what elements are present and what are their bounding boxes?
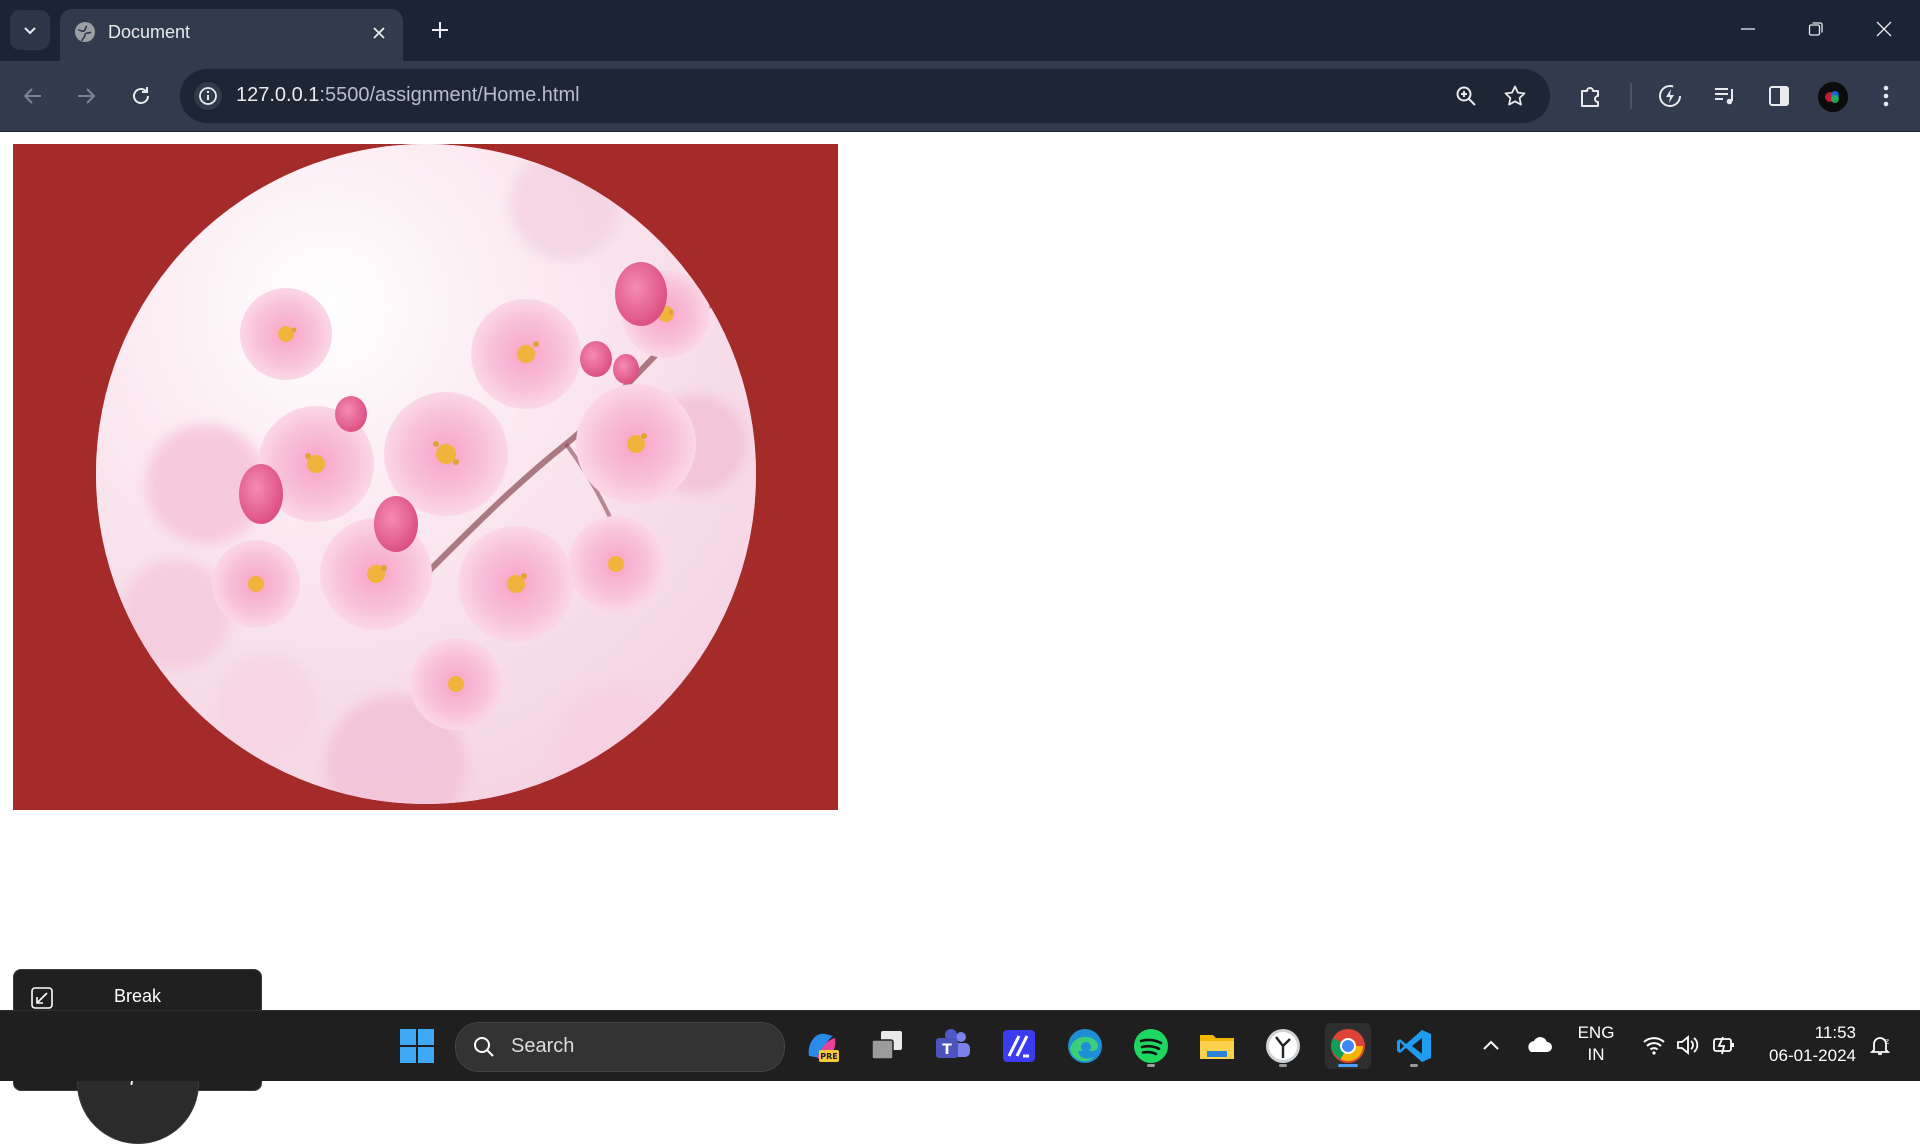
chevron-down-icon [24,27,36,35]
minimize-button[interactable] [1714,0,1782,58]
language-code: ENG [1577,1023,1615,1042]
chrome-icon [1331,1029,1365,1063]
clock-time: 11:53 [1814,1023,1856,1042]
close-icon [1876,21,1892,37]
speaker-icon [1677,1035,1699,1055]
cloud-icon [1528,1037,1552,1052]
kebab-menu-icon [1883,85,1889,107]
browser-tabstrip: Document [0,0,1920,61]
ai-tool-app[interactable] [996,1023,1042,1069]
arrow-right-icon [78,88,96,104]
windows-taskbar: Search PRE T ENG IN 11:53 06-01-2024 z [0,1010,1920,1081]
vscode-app[interactable] [1391,1023,1437,1069]
task-view-app[interactable] [864,1023,910,1069]
taskbar-search[interactable]: Search [455,1022,785,1072]
edge-app[interactable] [1062,1023,1108,1069]
start-button[interactable] [394,1023,440,1069]
notifications-button[interactable]: z [1866,1031,1894,1059]
wifi-button[interactable] [1640,1031,1668,1059]
performance-button[interactable] [1652,78,1688,114]
media-controls-button[interactable] [1707,78,1743,114]
browser-toolbar: 127.0.0.1:5500/assignment/Home.html [0,61,1920,132]
running-indicator [1279,1064,1287,1067]
windows-logo-icon [400,1029,434,1063]
svg-text:PRE: PRE [820,1052,838,1061]
chrome-menu-button[interactable] [1868,78,1904,114]
speedometer-bolt-icon [1659,85,1681,107]
spotify-icon [1134,1029,1168,1063]
battery-charging-icon [1713,1036,1734,1055]
spotify-app[interactable] [1128,1023,1174,1069]
copilot-pre-icon: PRE [808,1033,839,1062]
task-view-icon [871,1031,902,1060]
puzzle-icon [1581,87,1599,107]
arrow-left-icon [23,88,41,104]
toolbar-divider [1630,83,1632,109]
extensions-button[interactable] [1573,78,1609,114]
vscode-icon [1397,1030,1431,1062]
back-button[interactable] [15,78,51,114]
clock-app[interactable] [1260,1023,1306,1069]
edge-icon [1068,1029,1102,1063]
side-panel-button[interactable] [1761,78,1797,114]
folder-icon [1200,1035,1234,1059]
forward-button[interactable] [68,78,104,114]
clock-icon [1266,1029,1300,1063]
tab-document[interactable]: Document [60,9,403,61]
restore-icon [1808,22,1823,36]
restore-button[interactable] [1782,0,1850,58]
address-bar[interactable]: 127.0.0.1:5500/assignment/Home.html [180,69,1550,123]
search-label: Search [511,1035,575,1057]
playlist-music-icon [1715,88,1733,105]
url-path: :5500/assignment/Home.html [319,84,580,106]
active-indicator [1338,1064,1358,1067]
wifi-icon [1643,1037,1665,1055]
new-tab-button[interactable] [424,14,456,46]
svg-text:T: T [942,1042,952,1058]
cherry-blossom-image [96,144,756,804]
ai-tool-icon [1003,1030,1035,1062]
running-indicator [1410,1064,1418,1067]
show-hidden-icons-button[interactable] [1477,1031,1505,1059]
timer-label: Break [114,986,162,1006]
bookmark-star-icon[interactable] [1500,81,1530,111]
site-info-icon[interactable] [194,82,222,110]
image-container [13,144,838,810]
svg-text:z: z [1885,1037,1889,1046]
avatar-icon [1818,82,1848,112]
zoom-icon[interactable] [1451,81,1481,111]
plus-icon [432,22,448,38]
chevron-up-icon [1483,1040,1499,1050]
side-panel-icon [1769,86,1789,106]
tab-close-icon[interactable] [367,21,391,45]
reload-button[interactable] [123,78,159,114]
url-text[interactable]: 127.0.0.1:5500/assignment/Home.html [236,84,580,107]
minimize-icon [1741,28,1755,30]
clock-display[interactable]: 11:53 06-01-2024 [1752,1023,1856,1066]
language-indicator[interactable]: ENG IN [1570,1023,1622,1065]
region-code: IN [1587,1045,1605,1064]
tab-title: Document [108,22,191,42]
clock-date: 06-01-2024 [1769,1046,1856,1065]
reload-icon [133,87,149,104]
volume-button[interactable] [1674,1031,1702,1059]
profile-avatar[interactable] [1818,82,1848,112]
running-indicator [1147,1064,1155,1067]
chrome-app[interactable] [1325,1023,1371,1069]
page-content [0,132,1920,1010]
bell-icon: z [1869,1037,1891,1055]
globe-icon [74,21,96,48]
teams-app[interactable]: T [930,1023,976,1069]
search-icon [472,1035,496,1064]
copilot-app[interactable]: PRE [798,1023,844,1069]
tab-search-button[interactable] [10,10,50,50]
teams-icon: T [936,1029,970,1058]
battery-button[interactable] [1710,1031,1738,1059]
url-host: 127.0.0.1 [236,84,320,106]
close-window-button[interactable] [1850,0,1918,58]
onedrive-button[interactable] [1524,1031,1552,1059]
file-explorer-app[interactable] [1194,1023,1240,1069]
